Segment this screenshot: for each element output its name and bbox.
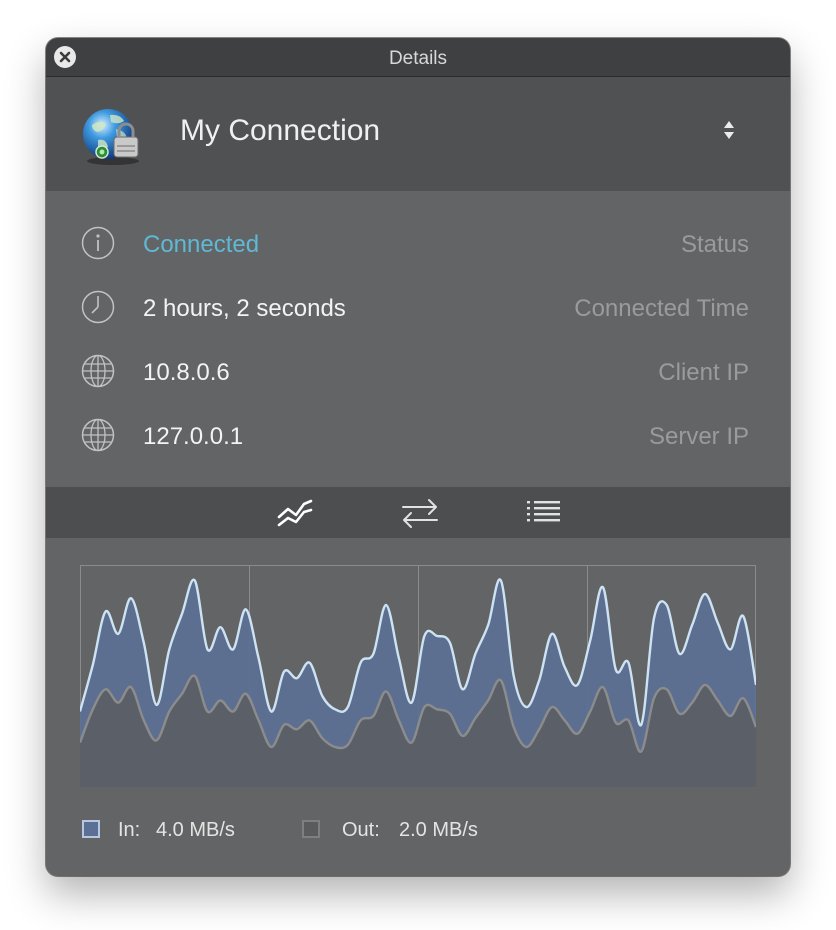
title-bar: Details [46, 38, 790, 77]
connected-time-label: Connected Time [574, 295, 749, 322]
vpn-globe-lock-icon [83, 109, 139, 165]
server-ip-row: 127.0.0.1 Server IP [46, 411, 790, 459]
connection-name: My Connection [180, 114, 381, 147]
out-legend-label: Out: [342, 819, 380, 841]
view-tab-bar [46, 487, 790, 538]
globe-icon [81, 418, 115, 452]
globe-icon [81, 354, 115, 388]
server-ip-value: 127.0.0.1 [143, 423, 244, 450]
client-ip-row: 10.8.0.6 Client IP [46, 347, 790, 395]
clock-icon [81, 290, 115, 324]
window-title: Details [388, 48, 448, 69]
in-legend-label: In: [118, 819, 141, 841]
graph-icon [277, 499, 313, 527]
tab-log[interactable] [524, 495, 564, 531]
connection-header: My Connection [46, 77, 790, 191]
connection-selector-icon[interactable] [720, 117, 738, 143]
out-legend-swatch [302, 820, 320, 838]
in-rate-value: 4.0 MB/s [156, 819, 235, 841]
in-legend-swatch [82, 820, 100, 838]
status-value: Connected [143, 231, 260, 258]
out-rate-value: 2.0 MB/s [399, 819, 478, 841]
status-row: Connected Status [46, 219, 790, 267]
connected-time-value: 2 hours, 2 seconds [143, 295, 346, 322]
tab-transfer[interactable] [400, 495, 440, 531]
traffic-chart [80, 565, 756, 787]
connected-time-row: 2 hours, 2 seconds Connected Time [46, 283, 790, 331]
chart-legend: In: 4.0 MB/s Out: 2.0 MB/s [46, 816, 790, 846]
status-label: Status [680, 231, 749, 258]
info-icon [81, 226, 115, 260]
connection-info: Connected Status 2 hours, 2 seconds Conn… [46, 191, 790, 487]
details-window: Details My Connection Connected Status 2… [46, 38, 790, 876]
list-icon [527, 501, 560, 522]
tab-traffic-graph[interactable] [276, 495, 316, 531]
client-ip-value: 10.8.0.6 [143, 359, 230, 386]
arrows-icon [402, 499, 438, 528]
client-ip-label: Client IP [658, 359, 749, 386]
server-ip-label: Server IP [648, 423, 749, 450]
